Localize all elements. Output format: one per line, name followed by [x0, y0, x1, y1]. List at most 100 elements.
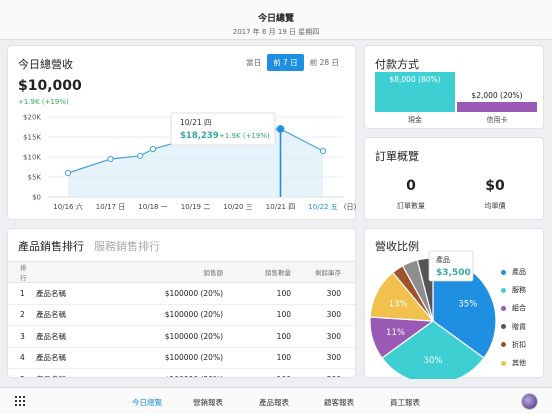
payment-category-label: 信用卡 — [487, 115, 508, 124]
legend-label: 其他 — [512, 359, 526, 368]
table-row[interactable]: 2 產品名稱 $100000 (20%) 100 300 — [8, 304, 355, 326]
data-point — [149, 145, 157, 153]
data-point — [319, 147, 327, 155]
payment-bar-label: $2,000 (20%) — [471, 91, 522, 100]
tooltip-amount: $18,239 — [180, 131, 219, 141]
legend-item: 產品 — [501, 263, 526, 281]
legend-dot — [501, 342, 506, 348]
order-count-value: 0 — [406, 178, 416, 194]
x-tick-label: 10/21 四 — [266, 203, 295, 211]
row-name: 產品名稱 — [30, 368, 143, 377]
data-point — [276, 125, 285, 133]
table-header-row: 排行 銷售額 銷售數量 剩餘庫存 — [8, 261, 355, 283]
row-rank: 4 — [8, 347, 30, 369]
y-tick-label: $0 — [32, 194, 41, 202]
tab-7-days[interactable]: 前 7 日 — [267, 54, 304, 71]
row-stock: 300 — [291, 304, 355, 326]
revenue-card: $0 $5K $10K $15K $20K 10/16 六 10/17 日 10/18 一 10… — [7, 45, 356, 220]
y-tick-label: $5K — [28, 174, 42, 182]
legend-label: 組合 — [512, 304, 526, 313]
revenue-share-card: 營收比例 35% 30% 11% 13% 產品 $3,500 產品 服務 組合 贈貨 折扣 其他 — [364, 228, 544, 379]
col-rank: 排行 — [8, 261, 30, 283]
table-row[interactable]: 5 產品名稱 $100000 (20%) 100 300 — [8, 368, 355, 377]
payment-card: 付款方式 $8,000 (80%) 現金 $2,000 (20%) 信用卡 — [364, 45, 544, 129]
x-tick-label: 10/17 日 — [96, 203, 125, 211]
pie-legend: 產品 服務組合贈貨折扣其他 — [501, 263, 526, 372]
x-tick-label: 10/16 六 — [53, 202, 82, 211]
legend-dot — [501, 269, 506, 275]
col-name — [30, 261, 143, 283]
row-sales: $100000 (20%) — [143, 304, 223, 326]
pie-slice-label: 13% — [389, 299, 408, 309]
chart-tooltip: 10/21 四 $18,239 +1.9K (+19%) — [170, 112, 276, 146]
row-quantity: 100 — [223, 325, 291, 348]
legend-label: 折扣 — [512, 340, 526, 349]
table-row[interactable]: 4 產品名稱 $100000 (20%) 100 300 — [8, 347, 355, 369]
order-count: 0 訂單數量 — [371, 178, 451, 211]
avatar[interactable] — [521, 393, 538, 410]
row-name: 產品名稱 — [30, 325, 143, 348]
legend-dot — [501, 360, 506, 366]
tab-service-ranking[interactable]: 服務銷售排行 — [94, 240, 160, 253]
pie-tooltip-label: 產品 — [436, 255, 450, 264]
row-quantity: 100 — [223, 347, 291, 369]
legend-item: 贈貨 — [501, 318, 526, 336]
page-date: 2017 年 6 月 19 日 星期四 — [232, 28, 320, 36]
pie-slice-label: 35% — [458, 299, 477, 309]
y-tick-label: $20K — [23, 114, 41, 122]
nav-tab-employee[interactable]: 員工報表 — [390, 397, 420, 408]
table-row[interactable]: 1 產品名稱 $100000 (20%) 100 300 — [8, 282, 355, 305]
bottom-nav: 今日總覽 營銷報表 產品報表 顧客報表 員工報表 — [0, 387, 552, 414]
tooltip-change: +1.9K (+19%) — [219, 132, 270, 140]
data-point — [64, 169, 72, 177]
nav-tab-product[interactable]: 產品報表 — [259, 397, 289, 408]
average-price: $0 均單價 — [455, 178, 535, 211]
row-sales: $100000 (20%) — [143, 282, 223, 305]
data-point — [107, 155, 114, 163]
y-tick-label: $10K — [23, 154, 41, 162]
row-rank: 1 — [8, 282, 30, 305]
row-rank: 2 — [8, 304, 30, 326]
row-quantity: 100 — [223, 368, 291, 377]
legend-item: 折扣 — [501, 336, 526, 354]
data-point — [137, 152, 144, 159]
table-row[interactable]: 3 產品名稱 $100000 (20%) 100 300 — [8, 325, 355, 348]
col-quantity: 銷售數量 — [223, 261, 291, 283]
legend-item: 組合 — [501, 299, 526, 317]
summary-title: 訂單概覽 — [375, 150, 419, 163]
y-tick-label: $15K — [23, 134, 41, 142]
average-price-label: 均單價 — [484, 202, 506, 210]
page-title: 今日總覽 — [257, 14, 294, 24]
legend-item: 服務 — [501, 281, 526, 299]
x-tick-label: 10/18 一 — [138, 203, 167, 211]
tab-product-ranking[interactable]: 產品銷售排行 — [18, 240, 84, 253]
nav-tab-marketing[interactable]: 營銷報表 — [193, 397, 223, 408]
payment-category-label: 現金 — [408, 115, 422, 124]
row-stock: 300 — [291, 282, 355, 305]
ranking-table: 排行 銷售額 銷售數量 剩餘庫存 1 產品名稱 $100000 (20%) 10… — [8, 261, 355, 377]
report-tabs: 今日總覽 營銷報表 產品報表 顧客報表 員工報表 — [0, 388, 552, 414]
x-unit-label: (日) — [344, 203, 357, 211]
order-summary-card: 訂單概覽 0 訂單數量 $0 均單價 — [364, 137, 544, 220]
payment-bar-label: $8,000 (80%) — [389, 75, 440, 84]
row-stock: 300 — [291, 368, 355, 377]
x-tick-label: 10/22 五 — [308, 203, 337, 211]
row-sales: $100000 (20%) — [143, 347, 223, 369]
row-stock: 300 — [291, 347, 355, 369]
period-tabs: 當日 前 7 日 前 28 日 — [240, 54, 345, 71]
revenue-change: +1.9K (+19%) — [18, 98, 69, 106]
payment-bar-chart: $8,000 (80%) 現金 $2,000 (20%) 信用卡 — [375, 72, 537, 124]
row-quantity: 100 — [223, 304, 291, 326]
payment-bar — [457, 102, 537, 112]
row-name: 產品名稱 — [30, 304, 143, 326]
nav-tab-customer[interactable]: 顧客報表 — [324, 397, 354, 408]
tab-today[interactable]: 當日 — [240, 54, 267, 71]
tab-28-days[interactable]: 前 28 日 — [304, 54, 345, 71]
x-tick-label: 10/20 三 — [223, 203, 252, 211]
row-quantity: 100 — [223, 282, 291, 305]
row-name: 產品名稱 — [30, 347, 143, 369]
row-sales: $100000 (20%) — [143, 325, 223, 348]
pie-tooltip: 產品 $3,500 — [428, 250, 474, 282]
nav-tab-overview[interactable]: 今日總覽 — [132, 397, 162, 408]
pie-tooltip-value: $3,500 — [436, 268, 471, 278]
